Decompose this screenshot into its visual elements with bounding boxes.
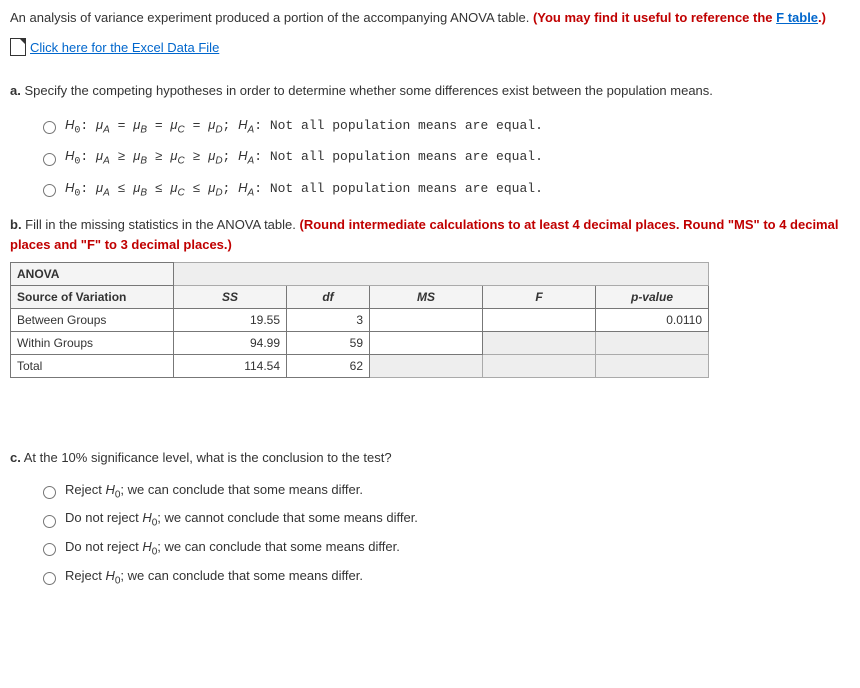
col-ss: SS (174, 286, 287, 309)
row-label: Total (11, 355, 174, 378)
radio-option-c3[interactable] (43, 543, 56, 556)
col-ms: MS (370, 286, 483, 309)
part-b: b. Fill in the missing statistics in the… (10, 215, 850, 254)
cell-df: 62 (287, 355, 370, 378)
part-c: c. At the 10% significance level, what i… (10, 448, 850, 468)
option-text: Do not reject H0; we can conclude that s… (65, 537, 400, 560)
cell-ss: 114.54 (174, 355, 287, 378)
anova-title: ANOVA (11, 263, 174, 286)
cell-f-input[interactable] (483, 309, 596, 332)
col-f: F (483, 286, 596, 309)
option-row: Do not reject H0; we can conclude that s… (38, 537, 850, 560)
cell-f-blank (483, 332, 596, 355)
option-text: Reject H0; we can conclude that some mea… (65, 480, 363, 503)
radio-option-a1[interactable] (43, 121, 56, 134)
excel-file-icon (10, 38, 26, 56)
intro-red: (You may find it useful to reference the… (533, 10, 826, 25)
col-source: Source of Variation (11, 286, 174, 309)
intro-text: An analysis of variance experiment produ… (10, 10, 533, 25)
row-label: Between Groups (11, 309, 174, 332)
f-table-link[interactable]: F table (776, 10, 818, 25)
cell-ms-input[interactable] (370, 309, 483, 332)
option-row: Reject H0; we can conclude that some mea… (38, 480, 850, 503)
row-label: Within Groups (11, 332, 174, 355)
option-row: H0: μA ≥ μB ≥ μC ≥ μD; HA: Not all popul… (38, 146, 850, 170)
anova-table: ANOVA Source of Variation SS df MS F p-v… (10, 262, 709, 378)
cell-p-blank (596, 355, 709, 378)
anova-row-total: Total 114.54 62 (11, 355, 709, 378)
cell-df: 59 (287, 332, 370, 355)
option-text: Do not reject H0; we cannot conclude tha… (65, 508, 418, 531)
cell-ms-blank (370, 355, 483, 378)
col-df: df (287, 286, 370, 309)
option-text: Reject H0; we can conclude that some mea… (65, 566, 363, 589)
option-row: Reject H0; we can conclude that some mea… (38, 566, 850, 589)
part-c-text: At the 10% significance level, what is t… (21, 450, 392, 465)
cell-ss: 19.55 (174, 309, 287, 332)
option-text: H0: μA ≥ μB ≥ μC ≥ μD; HA: Not all popul… (65, 146, 543, 170)
cell-ss: 94.99 (174, 332, 287, 355)
anova-row-within: Within Groups 94.99 59 (11, 332, 709, 355)
radio-option-c4[interactable] (43, 572, 56, 585)
radio-option-a2[interactable] (43, 153, 56, 166)
part-a: a. Specify the competing hypotheses in o… (10, 81, 850, 101)
part-b-label: b. (10, 217, 22, 232)
anova-header-row: Source of Variation SS df MS F p-value (11, 286, 709, 309)
part-a-label: a. (10, 83, 21, 98)
option-row: H0: μA = μB = μC = μD; HA: Not all popul… (38, 115, 850, 139)
excel-link-row: Click here for the Excel Data File (10, 38, 219, 58)
option-text: H0: μA ≤ μB ≤ μC ≤ μD; HA: Not all popul… (65, 178, 543, 202)
col-pvalue: p-value (596, 286, 709, 309)
option-row: H0: μA ≤ μB ≤ μC ≤ μD; HA: Not all popul… (38, 178, 850, 202)
cell-ms-input[interactable] (370, 332, 483, 355)
cell-p-blank (596, 332, 709, 355)
anova-title-spacer (174, 263, 709, 286)
anova-row-between: Between Groups 19.55 3 0.0110 (11, 309, 709, 332)
radio-option-c1[interactable] (43, 486, 56, 499)
cell-f-blank (483, 355, 596, 378)
part-a-text: Specify the competing hypotheses in orde… (21, 83, 713, 98)
cell-p: 0.0110 (596, 309, 709, 332)
part-b-text: Fill in the missing statistics in the AN… (22, 217, 300, 232)
intro-paragraph: An analysis of variance experiment produ… (10, 8, 850, 28)
option-text: H0: μA = μB = μC = μD; HA: Not all popul… (65, 115, 543, 139)
part-c-options: Reject H0; we can conclude that some mea… (38, 480, 850, 588)
part-c-label: c. (10, 450, 21, 465)
radio-option-a3[interactable] (43, 184, 56, 197)
option-row: Do not reject H0; we cannot conclude tha… (38, 508, 850, 531)
part-a-options: H0: μA = μB = μC = μD; HA: Not all popul… (38, 115, 850, 202)
cell-df: 3 (287, 309, 370, 332)
radio-option-c2[interactable] (43, 515, 56, 528)
excel-data-link[interactable]: Click here for the Excel Data File (30, 38, 219, 58)
